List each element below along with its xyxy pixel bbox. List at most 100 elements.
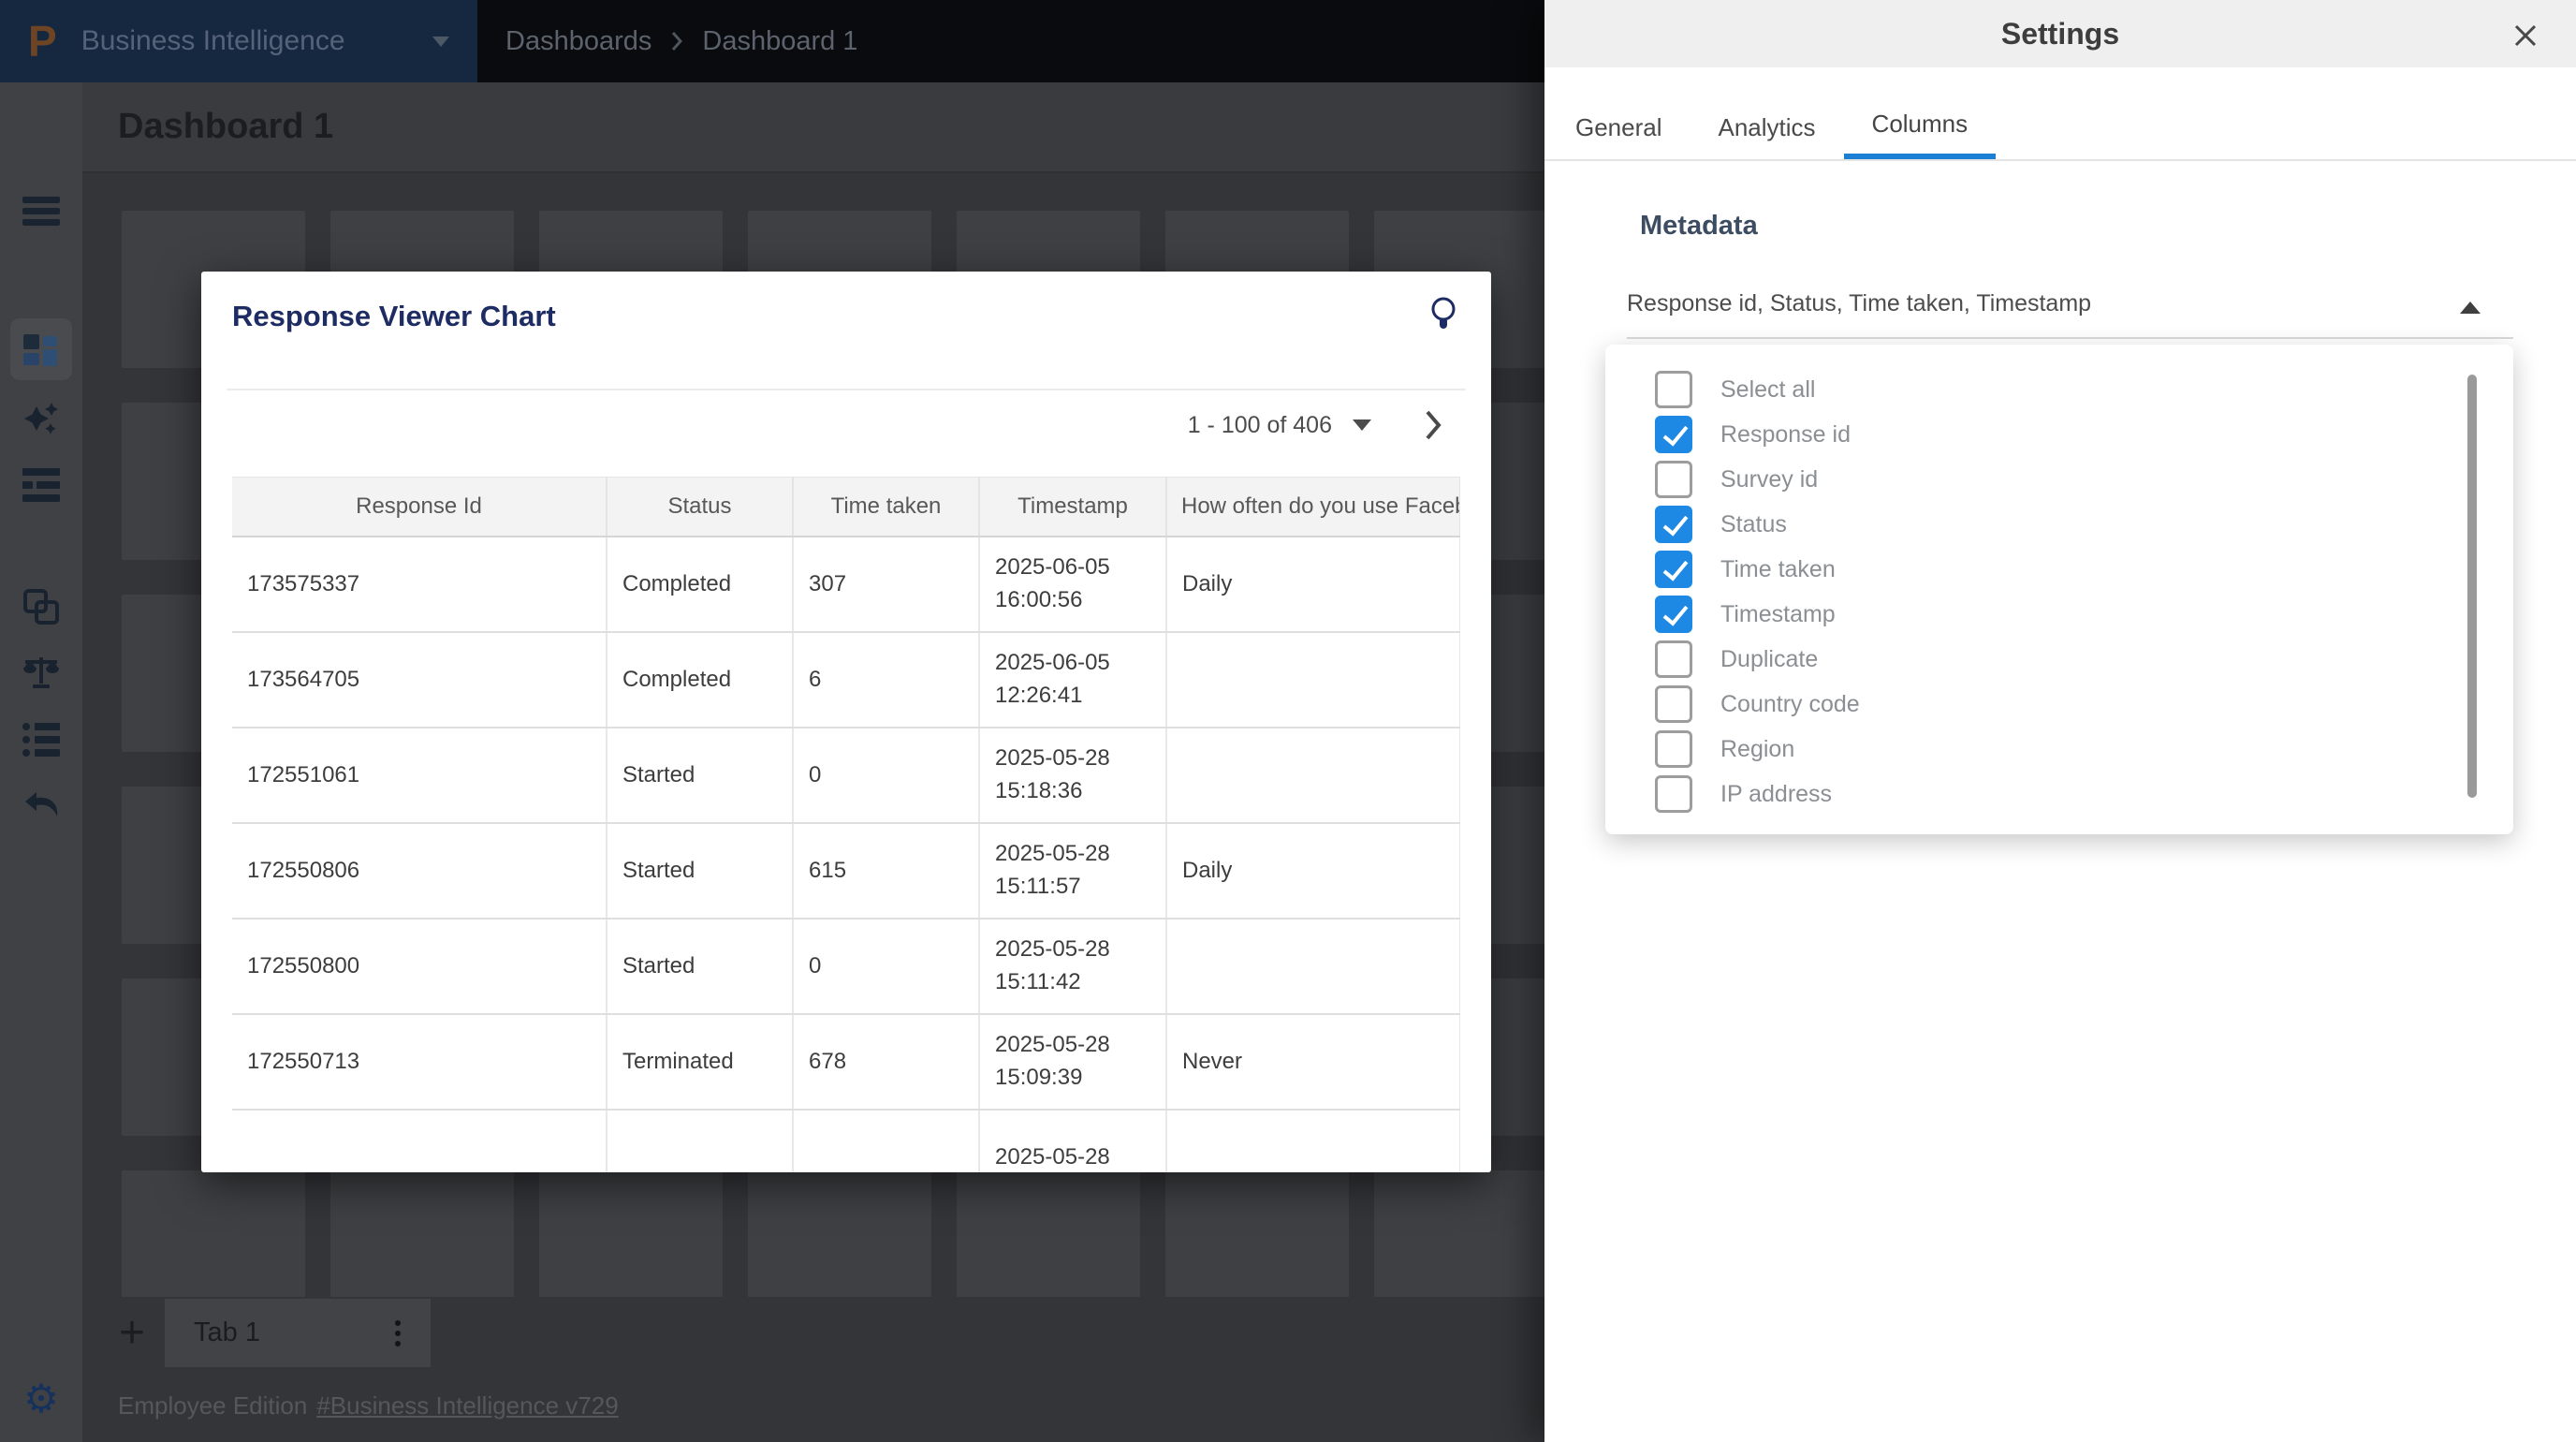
column-option-survey-id[interactable]: Survey id: [1605, 457, 2513, 502]
settings-title: Settings: [2001, 17, 2119, 52]
header-cell: Time taken: [793, 478, 979, 537]
collapse-caret-icon[interactable]: [2460, 302, 2481, 314]
breadcrumb-dashboard-1[interactable]: Dashboard 1: [702, 26, 857, 57]
tabs-divider: [1544, 159, 2576, 161]
table-cell: [1166, 1110, 1460, 1172]
checkbox-unchecked-icon[interactable]: [1655, 461, 1692, 498]
checkbox-checked-icon[interactable]: [1655, 416, 1692, 453]
tab-tab1[interactable]: Tab 1: [165, 1299, 431, 1367]
undo-icon[interactable]: [22, 790, 61, 822]
add-tab-button[interactable]: +: [101, 1299, 163, 1367]
table-cell: Daily: [1166, 537, 1460, 632]
tab-general[interactable]: General: [1547, 94, 1690, 161]
column-option-label: Response id: [1720, 421, 1851, 449]
column-option-label: Country code: [1720, 691, 1860, 718]
product-switcher[interactable]: P Business Intelligence: [0, 0, 477, 82]
table-cell: Daily: [1166, 823, 1460, 919]
table-cell: 172550713: [232, 1014, 607, 1110]
checkbox-unchecked-icon[interactable]: [1655, 371, 1692, 408]
column-option-duplicate[interactable]: Duplicate: [1605, 637, 2513, 682]
tab-columns[interactable]: Columns: [1844, 94, 1997, 161]
tab-menu-icon[interactable]: [395, 1316, 401, 1351]
metadata-select[interactable]: Response id, Status, Time taken, Timesta…: [1627, 281, 2513, 339]
breadcrumb-dashboards[interactable]: Dashboards: [505, 26, 651, 57]
breadcrumb-chevron-icon: [670, 30, 683, 52]
column-option-label: Time taken: [1720, 556, 1836, 583]
table-cell: 2025-05-28 15:11:42: [979, 919, 1166, 1014]
table-row: 172550800Started02025-05-28 15:11:42: [232, 919, 1460, 1014]
table-cell: [1166, 632, 1460, 728]
table-cell: 307: [793, 537, 979, 632]
table-cell: [793, 1110, 979, 1172]
version-link[interactable]: #Business Intelligence v729: [316, 1391, 618, 1420]
table-cell: 173564705: [232, 632, 607, 728]
table-cell: 2025-05-28: [979, 1110, 1166, 1172]
column-option-status[interactable]: Status: [1605, 502, 2513, 547]
columns-dropdown-popup: Select all Response id Survey idStatus Time…: [1605, 345, 2513, 834]
next-page-button[interactable]: [1424, 409, 1442, 441]
column-option-country-code[interactable]: Country code: [1605, 682, 2513, 727]
tab-bar: + Tab 1: [82, 1299, 1544, 1367]
column-option-ip-address[interactable]: IP address: [1605, 772, 2513, 817]
checkbox-checked-icon[interactable]: [1655, 596, 1692, 633]
skeleton-tile: [957, 1170, 1140, 1297]
product-name: Business Intelligence: [81, 25, 432, 57]
table-row: 2025-05-28: [232, 1110, 1460, 1172]
column-option-response-id[interactable]: Response id: [1605, 412, 2513, 457]
pagination-range[interactable]: 1 - 100 of 406: [1188, 412, 1332, 439]
skeleton-tile: [330, 1170, 514, 1297]
table-cell: Started: [607, 728, 793, 823]
table-row: 172551061Started02025-05-28 15:18:36: [232, 728, 1460, 823]
skeleton-tile: [1374, 1170, 1544, 1297]
checkbox-checked-icon[interactable]: [1655, 506, 1692, 543]
table-cell: [1166, 919, 1460, 1014]
checkbox-unchecked-icon[interactable]: [1655, 730, 1692, 768]
tab-analytics[interactable]: Analytics: [1690, 94, 1844, 161]
page-title: Dashboard 1: [118, 107, 333, 147]
header-cell: Response Id: [232, 478, 607, 537]
checkbox-unchecked-icon[interactable]: [1655, 640, 1692, 678]
bulleted-list-icon[interactable]: [22, 723, 60, 757]
table-cell: 2025-05-28 15:11:57: [979, 823, 1166, 919]
pagination-caret-icon[interactable]: [1353, 419, 1371, 431]
app-root: P Business Intelligence Dashboards Dashb…: [0, 0, 2576, 1442]
settings-panel: Settings General Analytics Columns Metad…: [1544, 0, 2576, 1442]
left-sidebar: ⚙: [0, 82, 82, 1442]
lightbulb-icon[interactable]: [1429, 296, 1457, 333]
checkbox-unchecked-icon[interactable]: [1655, 775, 1692, 813]
table-cell: 0: [793, 728, 979, 823]
response-viewer-modal: Response Viewer Chart 1 - 100 of 406 Res…: [201, 272, 1491, 1172]
column-options-list: Select all Response id Survey idStatus Time…: [1605, 367, 2513, 817]
skeleton-tile: [1165, 1170, 1349, 1297]
table-cell: 678: [793, 1014, 979, 1110]
column-option-label: IP address: [1720, 781, 1832, 808]
table-cell: Never: [1166, 1014, 1460, 1110]
dashboards-icon[interactable]: [22, 331, 60, 369]
column-option-region[interactable]: Region: [1605, 727, 2513, 772]
table-body: 173575337Completed3072025-06-05 16:00:56…: [232, 537, 1460, 1172]
breadcrumb: Dashboards Dashboard 1: [505, 0, 857, 82]
column-option-select-all[interactable]: Select all: [1605, 367, 2513, 412]
checkbox-checked-icon[interactable]: [1655, 551, 1692, 588]
table-cell: 173575337: [232, 537, 607, 632]
column-option-time-taken[interactable]: Time taken: [1605, 547, 2513, 592]
ai-sparkles-icon[interactable]: [22, 401, 60, 438]
scales-icon[interactable]: [22, 654, 61, 691]
pagination-row: 1 - 100 of 406: [201, 389, 1491, 462]
table-cell: 2025-06-05 16:00:56: [979, 537, 1166, 632]
column-option-timestamp[interactable]: Timestamp: [1605, 592, 2513, 637]
column-option-label: Select all: [1720, 376, 1815, 404]
frames-icon[interactable]: [22, 588, 60, 625]
close-icon[interactable]: [2510, 21, 2540, 51]
report-rows-icon[interactable]: [22, 468, 60, 502]
scrollbar-thumb[interactable]: [2467, 375, 2477, 798]
table-cell: Terminated: [607, 1014, 793, 1110]
table-cell: Completed: [607, 537, 793, 632]
gear-icon[interactable]: ⚙: [23, 1379, 59, 1419]
menu-icon[interactable]: [22, 197, 60, 227]
chevron-down-icon: [432, 37, 449, 47]
table-cell: 172550806: [232, 823, 607, 919]
table-cell: Started: [607, 919, 793, 1014]
checkbox-unchecked-icon[interactable]: [1655, 685, 1692, 723]
table-cell: 2025-05-28 15:18:36: [979, 728, 1166, 823]
